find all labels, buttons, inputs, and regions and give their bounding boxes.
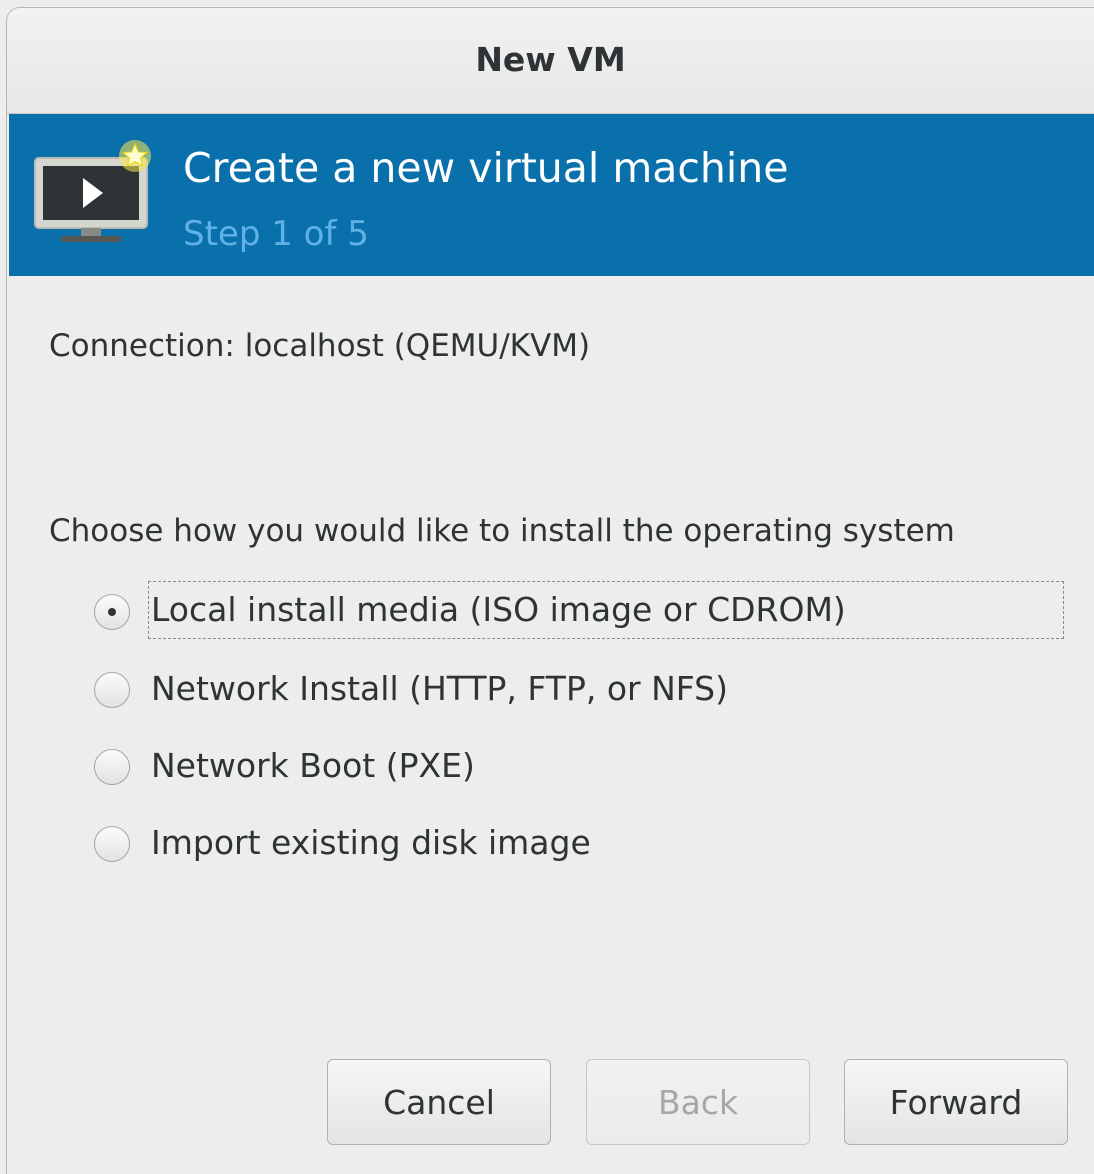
install-option-label[interactable]: Local install media (ISO image or CDROM) [148, 581, 1064, 639]
title-bar[interactable]: New VM [7, 8, 1094, 114]
install-method-prompt: Choose how you would like to install the… [49, 513, 955, 549]
install-option-label[interactable]: Import existing disk image [151, 822, 591, 864]
new-vm-dialog: New VM Create a new virtual machine Step… [6, 7, 1094, 1174]
radio-button[interactable] [94, 826, 130, 862]
wizard-step-indicator: Step 1 of 5 [183, 214, 369, 254]
forward-button[interactable]: Forward [844, 1059, 1068, 1145]
radio-button-selected[interactable] [94, 594, 130, 630]
wizard-title: Create a new virtual machine [183, 144, 789, 192]
connection-label: Connection: localhost (QEMU/KVM) [49, 328, 591, 364]
radio-button[interactable] [94, 672, 130, 708]
install-option-network-boot[interactable]: Network Boot (PXE) [91, 737, 1071, 797]
install-option-network-install[interactable]: Network Install (HTTP, FTP, or NFS) [91, 660, 1071, 720]
back-button[interactable]: Back [586, 1059, 810, 1145]
install-option-local-media[interactable]: Local install media (ISO image or CDROM) [91, 581, 1071, 642]
install-option-import-disk[interactable]: Import existing disk image [91, 814, 1071, 874]
cancel-button[interactable]: Cancel [327, 1059, 551, 1145]
install-option-label[interactable]: Network Install (HTTP, FTP, or NFS) [151, 668, 728, 710]
new-vm-monitor-icon [34, 140, 151, 242]
radio-button[interactable] [94, 749, 130, 785]
window-title: New VM [475, 40, 626, 79]
install-option-label[interactable]: Network Boot (PXE) [151, 745, 475, 787]
wizard-header-banner: Create a new virtual machine Step 1 of 5 [9, 114, 1094, 276]
